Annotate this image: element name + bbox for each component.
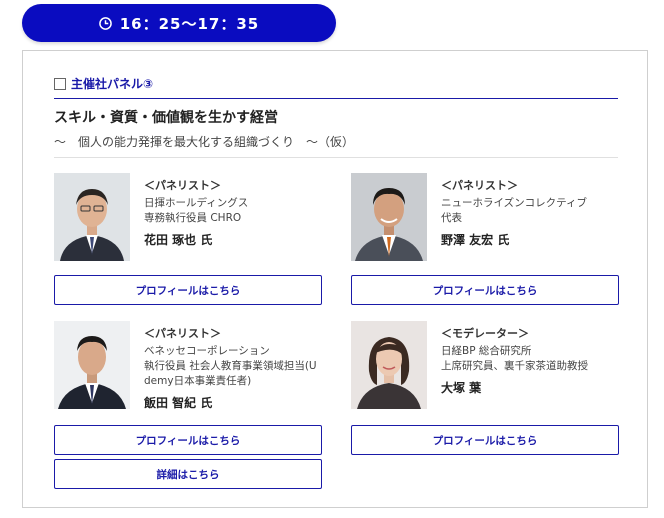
- person-name: 花田 琢也 氏: [144, 233, 213, 247]
- person-info: ＜パネリスト＞ ベネッセコーポレーション 執行役員 社会人教育事業領域担当(U …: [144, 325, 328, 411]
- panel-card: 主催社パネル③ スキル・資質・価値観を生かす経営 〜 個人の能力発揮を最大化する…: [22, 50, 648, 508]
- person-card: ＜モデレーター＞ 日経BP 総合研究所 上席研究員、裏千家茶道助教授 大塚 葉: [351, 321, 621, 411]
- checkbox-icon[interactable]: [54, 77, 66, 90]
- person-affiliation: 日経BP 総合研究所: [441, 345, 532, 357]
- portrait-photo: [54, 173, 130, 261]
- profile-button[interactable]: プロフィールはこちら: [54, 275, 322, 305]
- time-pill: 16：25〜17：35: [22, 4, 336, 42]
- profile-button[interactable]: プロフィールはこちら: [54, 425, 322, 455]
- person-role: ＜モデレーター＞: [441, 327, 529, 340]
- profile-button[interactable]: プロフィールはこちら: [351, 425, 619, 455]
- portrait-photo: [351, 173, 427, 261]
- person-affiliation: 日揮ホールディングス: [144, 197, 249, 209]
- details-button[interactable]: 詳細はこちら: [54, 459, 322, 489]
- person-info: ＜パネリスト＞ 日揮ホールディングス 専務執行役員 CHRO 花田 琢也 氏: [144, 177, 328, 248]
- divider: [54, 157, 618, 158]
- person-affiliation: 上席研究員、裏千家茶道助教授: [441, 360, 588, 372]
- profile-button[interactable]: プロフィールはこちら: [351, 275, 619, 305]
- person-card: ＜パネリスト＞ ニューホライズンコレクティブ 代表 野澤 友宏 氏: [351, 173, 621, 263]
- person-affiliation: 代表: [441, 212, 462, 224]
- person-info: ＜モデレーター＞ 日経BP 総合研究所 上席研究員、裏千家茶道助教授 大塚 葉: [441, 325, 625, 396]
- person-name: 野澤 友宏 氏: [441, 233, 510, 247]
- person-info: ＜パネリスト＞ ニューホライズンコレクティブ 代表 野澤 友宏 氏: [441, 177, 625, 248]
- person-affiliation: ニューホライズンコレクティブ: [441, 197, 588, 209]
- portrait-photo: [351, 321, 427, 409]
- person-card: ＜パネリスト＞ ベネッセコーポレーション 執行役員 社会人教育事業領域担当(U …: [54, 321, 324, 411]
- person-name: 大塚 葉: [441, 381, 482, 395]
- session-subtitle: 〜 個人の能力発揮を最大化する組織づくり 〜（仮）: [54, 135, 355, 149]
- person-role: ＜パネリスト＞: [144, 327, 221, 340]
- person-role: ＜パネリスト＞: [144, 179, 221, 192]
- person-affiliation: demy日本事業責任者): [144, 375, 252, 387]
- person-affiliation: 専務執行役員 CHRO: [144, 212, 242, 224]
- person-affiliation: ベネッセコーポレーション: [144, 345, 270, 357]
- person-card: ＜パネリスト＞ 日揮ホールディングス 専務執行役員 CHRO 花田 琢也 氏: [54, 173, 324, 263]
- clock-icon: [98, 16, 112, 30]
- panel-label: 主催社パネル③: [54, 75, 153, 92]
- portrait-photo: [54, 321, 130, 409]
- time-label: 16：25〜17：35: [119, 14, 260, 33]
- person-affiliation: 執行役員 社会人教育事業領域担当(U: [144, 360, 317, 372]
- divider: [54, 98, 618, 99]
- panel-label-text: 主催社パネル③: [71, 77, 154, 91]
- person-name: 飯田 智紀 氏: [144, 396, 213, 410]
- person-role: ＜パネリスト＞: [441, 179, 518, 192]
- session-title: スキル・資質・価値観を生かす経営: [54, 110, 278, 126]
